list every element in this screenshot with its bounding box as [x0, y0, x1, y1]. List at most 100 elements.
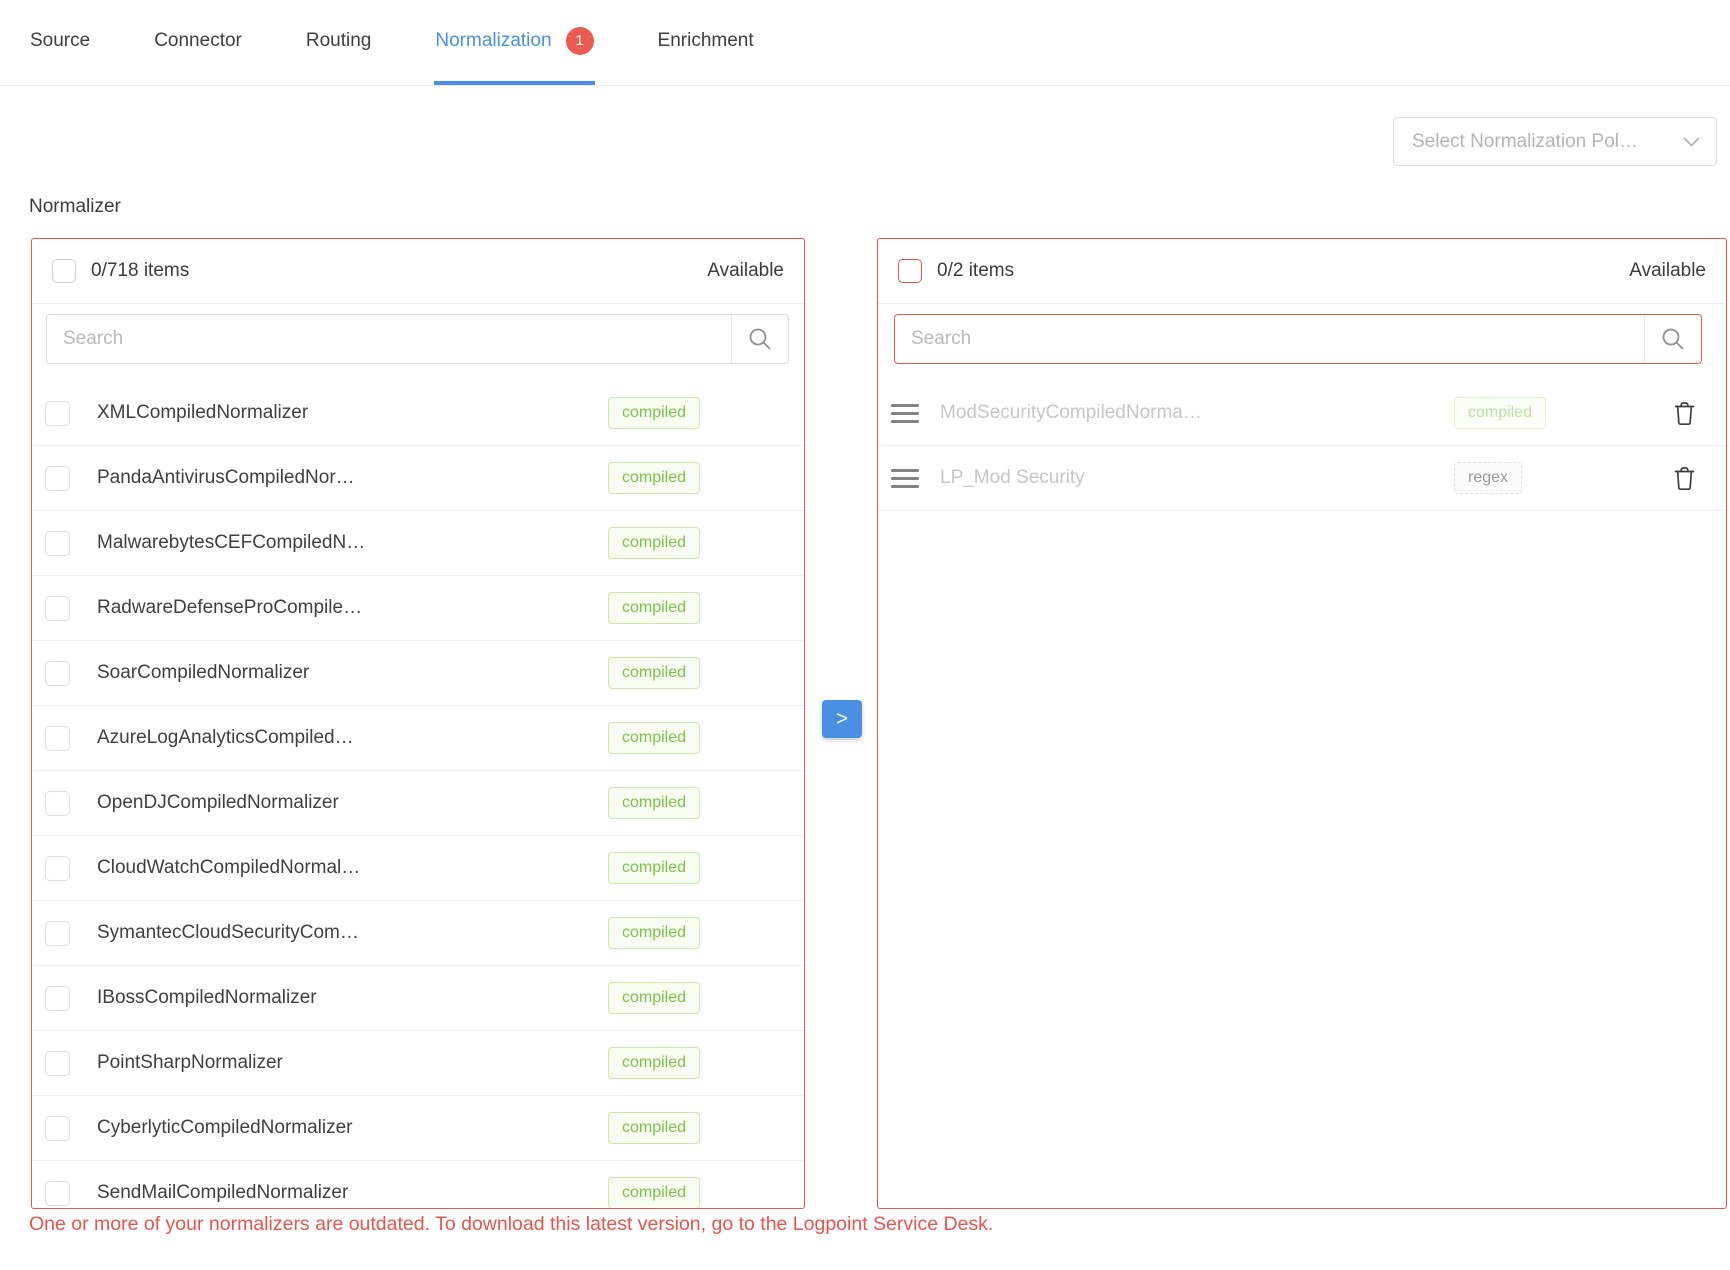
- selected-count-label: 0/2 items: [937, 260, 1014, 282]
- normalizer-row[interactable]: RadwareDefenseProCompile… compiled: [32, 576, 804, 641]
- status-badge: compiled: [608, 657, 700, 689]
- normalizer-checkbox[interactable]: [45, 726, 70, 751]
- normalizer-name: PandaAntivirusCompiledNor…: [97, 467, 355, 489]
- normalizer-row[interactable]: OpenDJCompiledNormalizer compiled: [32, 771, 804, 836]
- tab-source[interactable]: Source: [29, 0, 91, 85]
- tab-label: Enrichment: [658, 30, 754, 52]
- normalizer-row[interactable]: AzureLogAnalyticsCompiled… compiled: [32, 706, 804, 771]
- normalizer-row[interactable]: PandaAntivirusCompiledNor… compiled: [32, 446, 804, 511]
- normalizer-checkbox[interactable]: [45, 1181, 70, 1206]
- tab-label: Routing: [306, 30, 372, 52]
- tab-label: Source: [30, 30, 90, 52]
- normalizer-name: AzureLogAnalyticsCompiled…: [97, 727, 354, 749]
- available-search-button[interactable]: [731, 315, 788, 363]
- drag-handle-icon[interactable]: [891, 469, 919, 488]
- delete-normalizer-button[interactable]: [1673, 400, 1696, 426]
- normalizer-name: CyberlyticCompiledNormalizer: [97, 1117, 353, 1139]
- normalization-page: Source Connector Routing Normalization 1…: [0, 0, 1730, 1270]
- trash-icon: [1673, 465, 1696, 491]
- tab-label: Connector: [154, 30, 242, 52]
- normalizer-row[interactable]: IBossCompiledNormalizer compiled: [32, 966, 804, 1031]
- status-badge: compiled: [608, 1177, 700, 1209]
- available-search-input[interactable]: [47, 315, 731, 363]
- normalizer-checkbox[interactable]: [45, 921, 70, 946]
- normalizer-checkbox[interactable]: [45, 1051, 70, 1076]
- tab-connector[interactable]: Connector: [153, 0, 243, 85]
- normalizer-name: SendMailCompiledNormalizer: [97, 1182, 348, 1204]
- outdated-normalizers-warning: One or more of your normalizers are outd…: [29, 1213, 993, 1236]
- normalizer-name: CloudWatchCompiledNormal…: [97, 857, 360, 879]
- normalizer-row[interactable]: CyberlyticCompiledNormalizer compiled: [32, 1096, 804, 1161]
- normalizer-checkbox[interactable]: [45, 1116, 70, 1141]
- normalizer-row[interactable]: SymantecCloudSecurityCom… compiled: [32, 901, 804, 966]
- status-badge: compiled: [608, 462, 700, 494]
- status-badge: compiled: [608, 1112, 700, 1144]
- selected-normalizer-row[interactable]: ModSecurityCompiledNorma… compiled: [878, 381, 1726, 446]
- normalization-policy-placeholder: Select Normalization Pol…: [1412, 131, 1638, 153]
- delete-normalizer-button[interactable]: [1673, 465, 1696, 491]
- available-normalizers-panel: 0/718 items Available XMLCompiledNormali…: [31, 238, 805, 1209]
- status-badge: compiled: [1454, 397, 1546, 429]
- selected-normalizer-row[interactable]: LP_Mod Security regex: [878, 446, 1726, 511]
- normalizer-name: OpenDJCompiledNormalizer: [97, 792, 339, 814]
- select-all-available-checkbox[interactable]: [52, 259, 76, 283]
- tab-routing[interactable]: Routing: [305, 0, 373, 85]
- normalizer-name: RadwareDefenseProCompile…: [97, 597, 362, 619]
- selected-panel-title: Available: [1629, 260, 1706, 282]
- chevron-down-icon: [1683, 137, 1700, 147]
- selected-search-input[interactable]: [895, 315, 1644, 363]
- normalizer-checkbox[interactable]: [45, 791, 70, 816]
- search-icon: [747, 326, 773, 352]
- normalizer-name: IBossCompiledNormalizer: [97, 987, 317, 1009]
- status-badge: compiled: [608, 527, 700, 559]
- normalizer-row[interactable]: MalwarebytesCEFCompiledN… compiled: [32, 511, 804, 576]
- normalizer-section-label: Normalizer: [29, 196, 121, 218]
- normalizer-checkbox[interactable]: [45, 466, 70, 491]
- drag-handle-icon[interactable]: [891, 404, 919, 423]
- normalizer-row[interactable]: PointSharpNormalizer compiled: [32, 1031, 804, 1096]
- normalizer-row[interactable]: SendMailCompiledNormalizer compiled: [32, 1161, 804, 1209]
- status-badge: compiled: [608, 982, 700, 1014]
- available-panel-title: Available: [707, 260, 784, 282]
- normalizer-name: XMLCompiledNormalizer: [97, 402, 308, 424]
- normalizer-name: PointSharpNormalizer: [97, 1052, 283, 1074]
- status-badge: compiled: [608, 397, 700, 429]
- status-badge: compiled: [608, 592, 700, 624]
- status-badge: compiled: [608, 1047, 700, 1079]
- normalizer-name: SymantecCloudSecurityCom…: [97, 922, 359, 944]
- normalizer-checkbox[interactable]: [45, 661, 70, 686]
- tab-label: Normalization: [435, 30, 551, 52]
- selected-search-bar: [894, 314, 1702, 364]
- available-count-label: 0/718 items: [91, 260, 189, 282]
- available-search-bar: [46, 314, 789, 364]
- normalizer-name: SoarCompiledNormalizer: [97, 662, 309, 684]
- available-panel-header: 0/718 items Available: [32, 239, 804, 304]
- normalizer-checkbox[interactable]: [45, 596, 70, 621]
- normalizer-checkbox[interactable]: [45, 856, 70, 881]
- status-badge: compiled: [608, 787, 700, 819]
- selected-search-button[interactable]: [1644, 315, 1701, 363]
- normalizer-row[interactable]: CloudWatchCompiledNormal… compiled: [32, 836, 804, 901]
- selected-normalizer-name: ModSecurityCompiledNorma…: [940, 402, 1202, 424]
- tab-bar: Source Connector Routing Normalization 1…: [0, 0, 1730, 86]
- select-all-selected-checkbox[interactable]: [898, 259, 922, 283]
- normalizer-checkbox[interactable]: [45, 986, 70, 1011]
- tab-notification-badge: 1: [566, 27, 594, 55]
- status-badge: compiled: [608, 917, 700, 949]
- tab-normalization[interactable]: Normalization 1: [434, 0, 594, 85]
- normalizer-checkbox[interactable]: [45, 401, 70, 426]
- status-badge: compiled: [608, 852, 700, 884]
- move-selected-button[interactable]: >: [822, 700, 862, 738]
- normalizer-name: MalwarebytesCEFCompiledN…: [97, 532, 365, 554]
- trash-icon: [1673, 400, 1696, 426]
- available-normalizer-list: XMLCompiledNormalizer compiled PandaAnti…: [32, 381, 804, 1209]
- status-badge: regex: [1454, 462, 1522, 494]
- normalizer-row[interactable]: SoarCompiledNormalizer compiled: [32, 641, 804, 706]
- status-badge: compiled: [608, 722, 700, 754]
- selected-normalizer-list: ModSecurityCompiledNorma… compiled LP_Mo…: [878, 381, 1726, 511]
- search-icon: [1660, 326, 1686, 352]
- normalizer-row[interactable]: XMLCompiledNormalizer compiled: [32, 381, 804, 446]
- normalizer-checkbox[interactable]: [45, 531, 70, 556]
- tab-enrichment[interactable]: Enrichment: [657, 0, 755, 85]
- normalization-policy-select[interactable]: Select Normalization Pol…: [1393, 117, 1717, 166]
